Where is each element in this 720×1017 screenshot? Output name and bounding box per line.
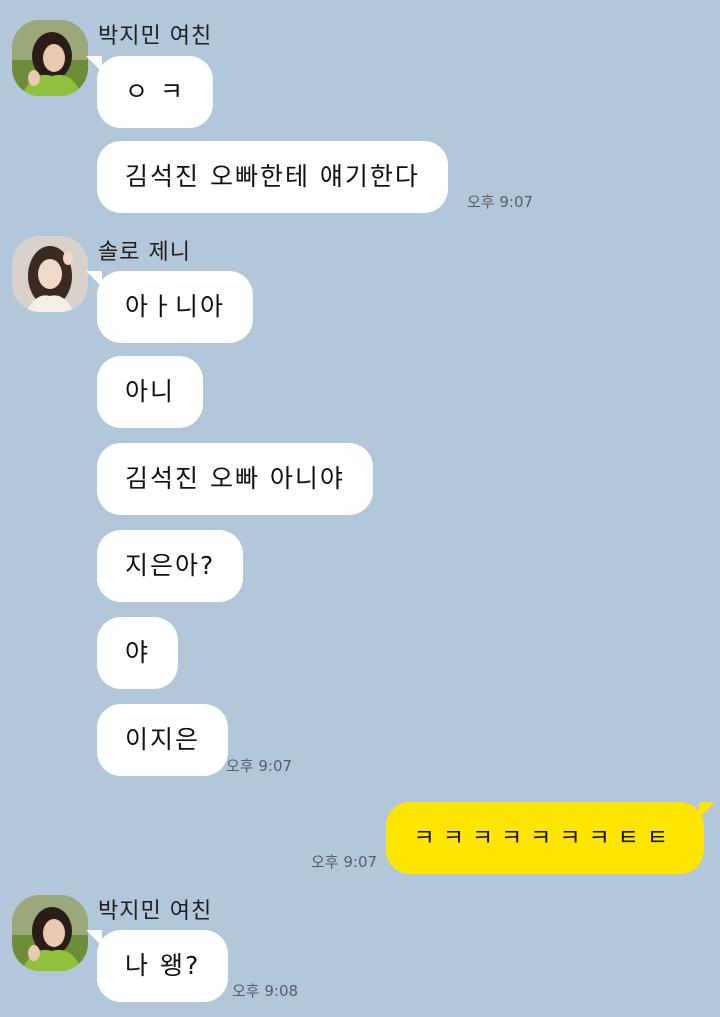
sender-name: 솔로 제니 <box>98 240 191 265</box>
message-timestamp: 오후 9:07 <box>311 853 378 871</box>
message-bubble[interactable]: 이지은 <box>97 704 229 776</box>
profile-photo-icon <box>12 236 88 312</box>
message-bubble[interactable]: 김석진 오빠한테 얘기한다 <box>97 141 448 213</box>
profile-photo-icon <box>12 895 88 971</box>
sender-name: 박지민 여친 <box>98 899 213 924</box>
avatar-jimin-girlfriend[interactable] <box>12 20 88 96</box>
message-timestamp: 오후 9:08 <box>232 982 299 1000</box>
sender-name: 박지민 여친 <box>98 24 213 49</box>
message-timestamp: 오후 9:07 <box>226 757 293 775</box>
message-bubble[interactable]: 아ㅏ니아 <box>85 271 254 343</box>
message-bubble[interactable]: 아니 <box>97 356 204 428</box>
avatar-solo-jennie[interactable] <box>12 236 88 312</box>
message-timestamp: 오후 9:07 <box>467 193 534 211</box>
profile-photo-icon <box>12 20 88 96</box>
message-bubble[interactable]: 김석진 오빠 아니야 <box>97 443 373 515</box>
message-bubble[interactable]: ㅇ ㅋ <box>86 56 213 128</box>
my-message-bubble[interactable]: ㅋㅋㅋㅋㅋㅋㅋㅌㅌ <box>385 802 716 874</box>
message-bubble[interactable]: 야 <box>97 617 179 689</box>
avatar-jimin-girlfriend[interactable] <box>12 895 88 971</box>
message-bubble[interactable]: 지은아? <box>97 530 244 602</box>
message-bubble[interactable]: 나 왱? <box>85 930 229 1002</box>
